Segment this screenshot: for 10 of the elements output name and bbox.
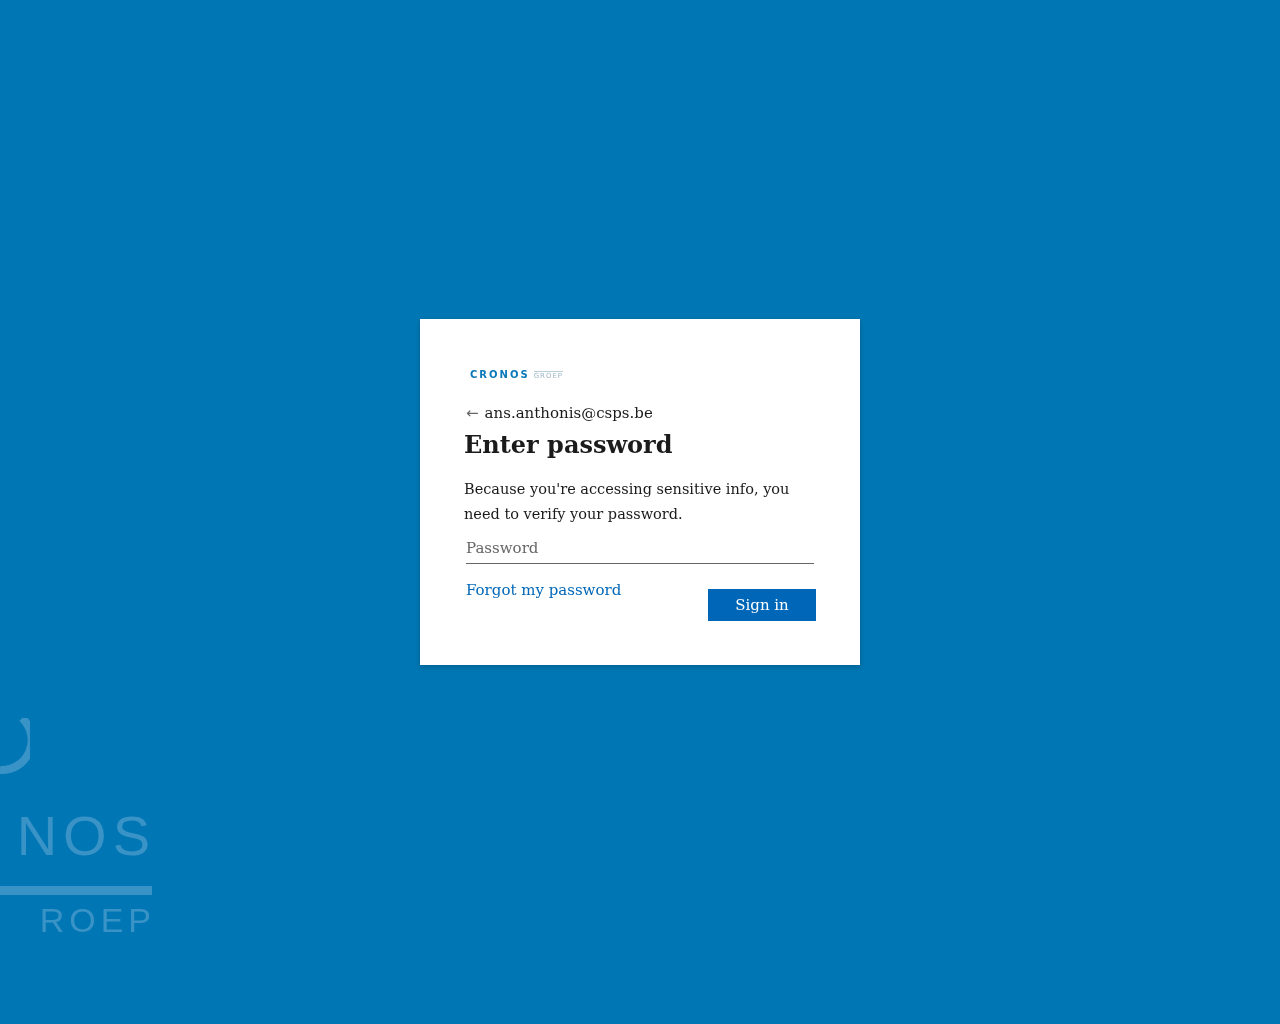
forgot-password-link[interactable]: Forgot my password [466,580,622,600]
description-text: Because you're accessing sensitive info, you need to verify your password. [464,480,791,524]
background-logo-text: NOS [16,808,156,864]
logo-text: CRONOS [470,370,530,380]
background-logo-text: ROEP [39,900,156,940]
back-button[interactable]: ← [464,403,479,423]
page-title: Enter password [464,429,674,461]
logo-arc-icon [0,718,30,774]
account-email: ans.anthonis@csps.be [484,403,653,423]
sign-in-button[interactable]: Sign in [708,589,816,621]
